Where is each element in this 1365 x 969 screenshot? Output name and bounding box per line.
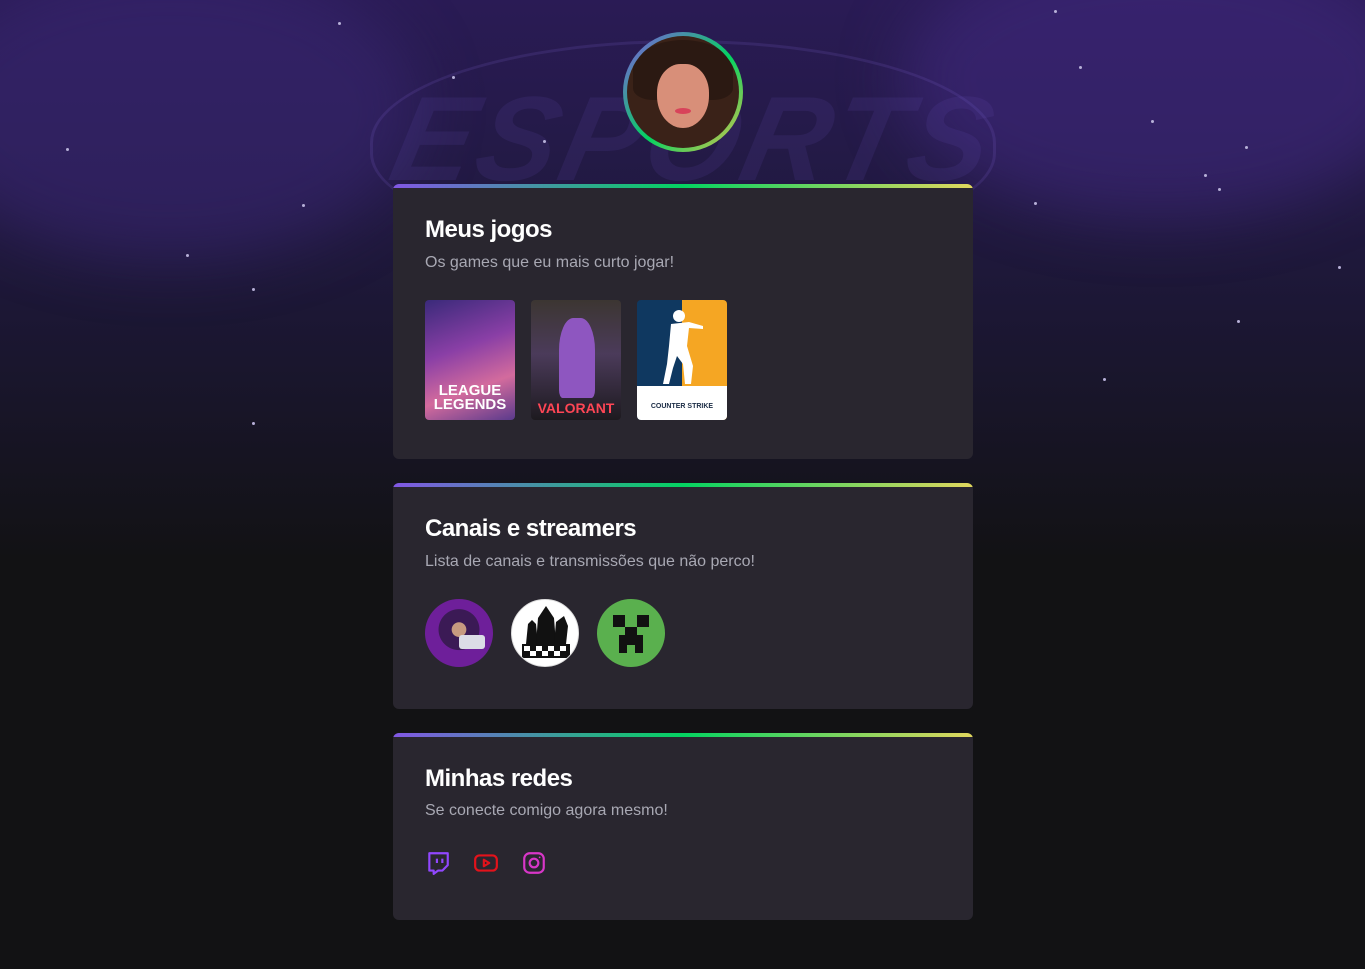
valorant-agent-figure xyxy=(559,318,595,398)
instagram-link[interactable] xyxy=(521,850,547,876)
channel-minecraft-avatar[interactable] xyxy=(597,599,665,667)
twitch-icon xyxy=(428,852,449,875)
social-card-title: Minhas redes xyxy=(425,765,573,792)
counter-strike-soldier-icon xyxy=(663,310,703,384)
youtube-icon xyxy=(474,854,498,872)
game-valorant[interactable]: VALORANT xyxy=(531,300,621,420)
channel-chess-avatar[interactable] xyxy=(511,599,579,667)
counter-strike-logo: COUNTER STRIKE xyxy=(650,403,714,410)
games-card-subtitle: Os games que eu mais curto jogar! xyxy=(425,254,675,271)
social-links xyxy=(425,850,547,876)
creeper-face-icon xyxy=(613,615,649,653)
social-card: Minhas redes Se conecte comigo agora mes… xyxy=(393,733,973,920)
channel-streamer-avatar[interactable] xyxy=(425,599,493,667)
social-card-subtitle: Se conecte comigo agora mesmo! xyxy=(425,802,668,819)
instagram-icon xyxy=(523,852,545,874)
channels-card-subtitle: Lista de canais e transmissões que não p… xyxy=(425,553,755,570)
channels-list xyxy=(425,599,665,667)
valorant-logo: VALORANT xyxy=(537,400,615,416)
game-counter-strike[interactable]: COUNTER STRIKE xyxy=(637,300,727,420)
twitch-link[interactable] xyxy=(425,850,451,876)
channels-card: Canais e streamers Lista de canais e tra… xyxy=(393,483,973,709)
profile-avatar xyxy=(623,32,743,152)
games-card: Meus jogos Os games que eu mais curto jo… xyxy=(393,184,973,459)
games-list: LEAGUE LEGENDS VALORANT COUNTER STRIKE xyxy=(425,300,727,420)
channels-card-title: Canais e streamers xyxy=(425,515,637,542)
league-of-legends-logo: LEAGUE LEGENDS xyxy=(433,382,507,413)
chess-pieces-icon xyxy=(522,606,570,658)
youtube-link[interactable] xyxy=(473,850,499,876)
game-league-of-legends[interactable]: LEAGUE LEGENDS xyxy=(425,300,515,420)
avatar-photo xyxy=(627,36,739,148)
games-card-title: Meus jogos xyxy=(425,216,553,243)
